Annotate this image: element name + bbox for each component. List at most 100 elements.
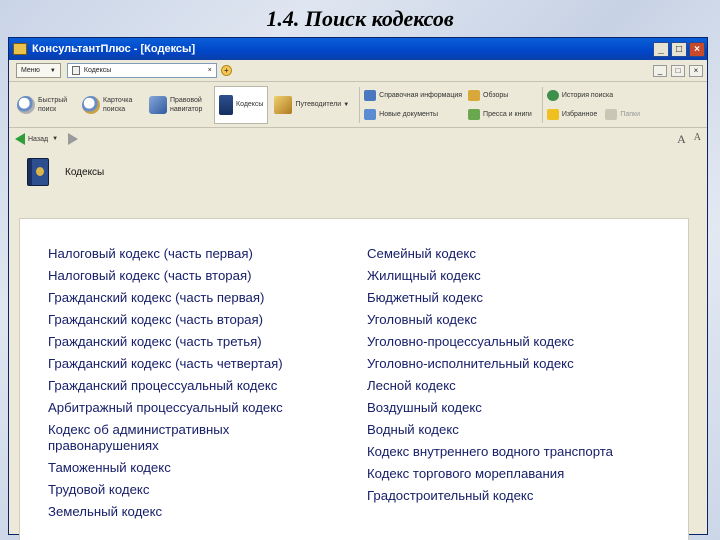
new-documents-label: Новые документы xyxy=(379,110,439,118)
code-link[interactable]: Налоговый кодекс (часть вторая) xyxy=(48,265,338,287)
codes-book-icon xyxy=(27,158,49,186)
search-icon xyxy=(17,95,35,114)
navigation-bar: Назад ▼ A A xyxy=(9,128,707,150)
window-title: КонсультантПлюс - [Кодексы] xyxy=(32,43,196,55)
document-icon xyxy=(71,66,80,75)
code-link[interactable]: Градостроительный кодекс xyxy=(367,485,667,507)
code-link[interactable]: Гражданский кодекс (часть вторая) xyxy=(48,309,338,331)
tab-close-icon[interactable]: × xyxy=(208,67,212,74)
search-card-icon xyxy=(82,95,100,114)
guides-label: Путеводители xyxy=(295,101,342,108)
code-link[interactable]: Кодекс об административных правонарушени… xyxy=(48,422,258,454)
code-link[interactable]: Кодекс торгового мореплавания xyxy=(367,463,667,485)
info-icon xyxy=(364,89,377,101)
star-icon xyxy=(546,108,559,120)
font-decrease-button[interactable]: A xyxy=(694,132,701,147)
code-link[interactable]: Арбитражный процессуальный кодекс xyxy=(48,397,338,419)
toolbar-separator xyxy=(541,86,543,123)
folders-icon xyxy=(605,108,618,120)
codes-button[interactable]: Кодексы xyxy=(214,85,269,124)
code-link[interactable]: Уголовно-процессуальный кодекс xyxy=(367,331,667,353)
title-bar: КонсультантПлюс - [Кодексы] _ □ × xyxy=(9,38,707,60)
folders-label: Папки xyxy=(620,110,641,118)
forward-arrow-icon[interactable] xyxy=(68,133,79,145)
code-link[interactable]: Трудовой кодекс xyxy=(48,479,338,501)
press-books-button[interactable]: Пресса и книги xyxy=(468,108,532,120)
address-bar: Меню ▼ Кодексы × + _ □ × xyxy=(9,60,707,82)
codes-right-column: Семейный кодекс Жилищный кодекс Бюджетны… xyxy=(367,243,667,507)
inner-restore-button[interactable]: □ xyxy=(671,64,685,77)
codes-label: Кодексы xyxy=(236,101,264,108)
favorites-button[interactable]: Избранное Папки xyxy=(546,108,641,120)
toolbar-column-2: Обзоры Пресса и книги xyxy=(468,89,532,120)
slide-title: 1.4. Поиск кодексов xyxy=(266,6,454,31)
reference-info-button[interactable]: Справочная информация xyxy=(364,89,463,101)
inner-close-button[interactable]: × xyxy=(689,64,703,77)
code-link[interactable]: Земельный кодекс xyxy=(48,501,338,523)
guides-button[interactable]: Путеводители ▼ xyxy=(270,86,353,124)
menu-label: Меню xyxy=(21,67,40,74)
codes-content: Кодексы Налоговый кодекс (часть первая) … xyxy=(19,152,697,540)
reference-info-label: Справочная информация xyxy=(379,91,463,99)
minimize-button[interactable]: _ xyxy=(653,41,669,57)
font-increase-button[interactable]: A xyxy=(677,132,686,147)
font-size-controls: A A xyxy=(677,132,701,147)
code-link[interactable]: Таможенный кодекс xyxy=(48,457,338,479)
document-tab[interactable]: Кодексы × xyxy=(66,63,217,78)
back-arrow-icon[interactable] xyxy=(15,133,25,145)
new-documents-button[interactable]: Новые документы xyxy=(364,108,462,120)
content-header: Кодексы xyxy=(19,152,697,192)
content-heading: Кодексы xyxy=(65,166,105,178)
inner-window-controls: _ □ × xyxy=(653,64,703,77)
pen-icon xyxy=(468,89,481,101)
code-link[interactable]: Лесной кодекс xyxy=(367,375,667,397)
code-link[interactable]: Гражданский кодекс (часть четвертая) xyxy=(48,353,338,375)
close-button[interactable]: × xyxy=(689,41,705,57)
search-history-label: История поиска xyxy=(561,91,614,99)
guide-icon xyxy=(274,95,293,114)
new-docs-icon xyxy=(364,108,377,120)
tab-label: Кодексы xyxy=(83,67,112,74)
toolbar-column-3: История поиска Избранное Папки xyxy=(546,89,641,120)
app-icon xyxy=(13,43,27,55)
history-icon xyxy=(546,89,559,101)
main-toolbar: Быстрый поиск Карточка поиска Правовой н… xyxy=(9,82,707,128)
legal-navigator-button[interactable]: Правовой навигатор xyxy=(145,86,212,124)
code-link[interactable]: Водный кодекс xyxy=(367,419,667,441)
code-link[interactable]: Гражданский кодекс (часть первая) xyxy=(48,287,338,309)
code-link[interactable]: Гражданский кодекс (часть третья) xyxy=(48,331,338,353)
code-link[interactable]: Бюджетный кодекс xyxy=(367,287,667,309)
codes-left-column: Налоговый кодекс (часть первая) Налоговы… xyxy=(48,243,338,523)
quick-search-button[interactable]: Быстрый поиск xyxy=(13,86,76,124)
chevron-down-icon: ▼ xyxy=(49,67,56,74)
reviews-label: Обзоры xyxy=(483,91,509,99)
search-card-button[interactable]: Карточка поиска xyxy=(78,86,143,124)
new-tab-button[interactable]: + xyxy=(220,65,232,76)
code-link[interactable]: Жилищный кодекс xyxy=(367,265,667,287)
code-link[interactable]: Уголовный кодекс xyxy=(367,309,667,331)
favorites-label: Избранное xyxy=(561,110,598,118)
inner-minimize-button[interactable]: _ xyxy=(653,64,667,77)
code-link[interactable]: Гражданский процессуальный кодекс xyxy=(48,375,338,397)
press-icon xyxy=(468,108,481,120)
app-window: КонсультантПлюс - [Кодексы] _ □ × Меню ▼… xyxy=(8,37,708,540)
reviews-button[interactable]: Обзоры xyxy=(468,89,532,101)
code-link[interactable]: Налоговый кодекс (часть первая) xyxy=(48,243,338,265)
quick-search-label: Быстрый поиск xyxy=(38,96,68,113)
code-link[interactable]: Уголовно-исполнительный кодекс xyxy=(367,353,667,375)
maximize-button[interactable]: □ xyxy=(671,41,687,57)
toolbar-separator xyxy=(359,86,361,123)
code-link[interactable]: Кодекс внутреннего водного транспорта xyxy=(367,441,667,463)
menu-dropdown[interactable]: Меню ▼ xyxy=(16,63,61,78)
codes-book-icon xyxy=(219,94,233,115)
codes-list-panel: Налоговый кодекс (часть первая) Налоговы… xyxy=(19,218,689,540)
code-link[interactable]: Семейный кодекс xyxy=(367,243,667,265)
search-card-label: Карточка поиска xyxy=(103,96,133,113)
chevron-down-icon[interactable]: ▼ xyxy=(52,136,58,142)
chevron-down-icon: ▼ xyxy=(343,101,350,108)
search-history-button[interactable]: История поиска xyxy=(546,89,640,101)
legal-navigator-label: Правовой навигатор xyxy=(170,96,203,113)
code-link[interactable]: Воздушный кодекс xyxy=(367,397,667,419)
back-label[interactable]: Назад xyxy=(28,136,48,143)
press-books-label: Пресса и книги xyxy=(483,110,532,118)
